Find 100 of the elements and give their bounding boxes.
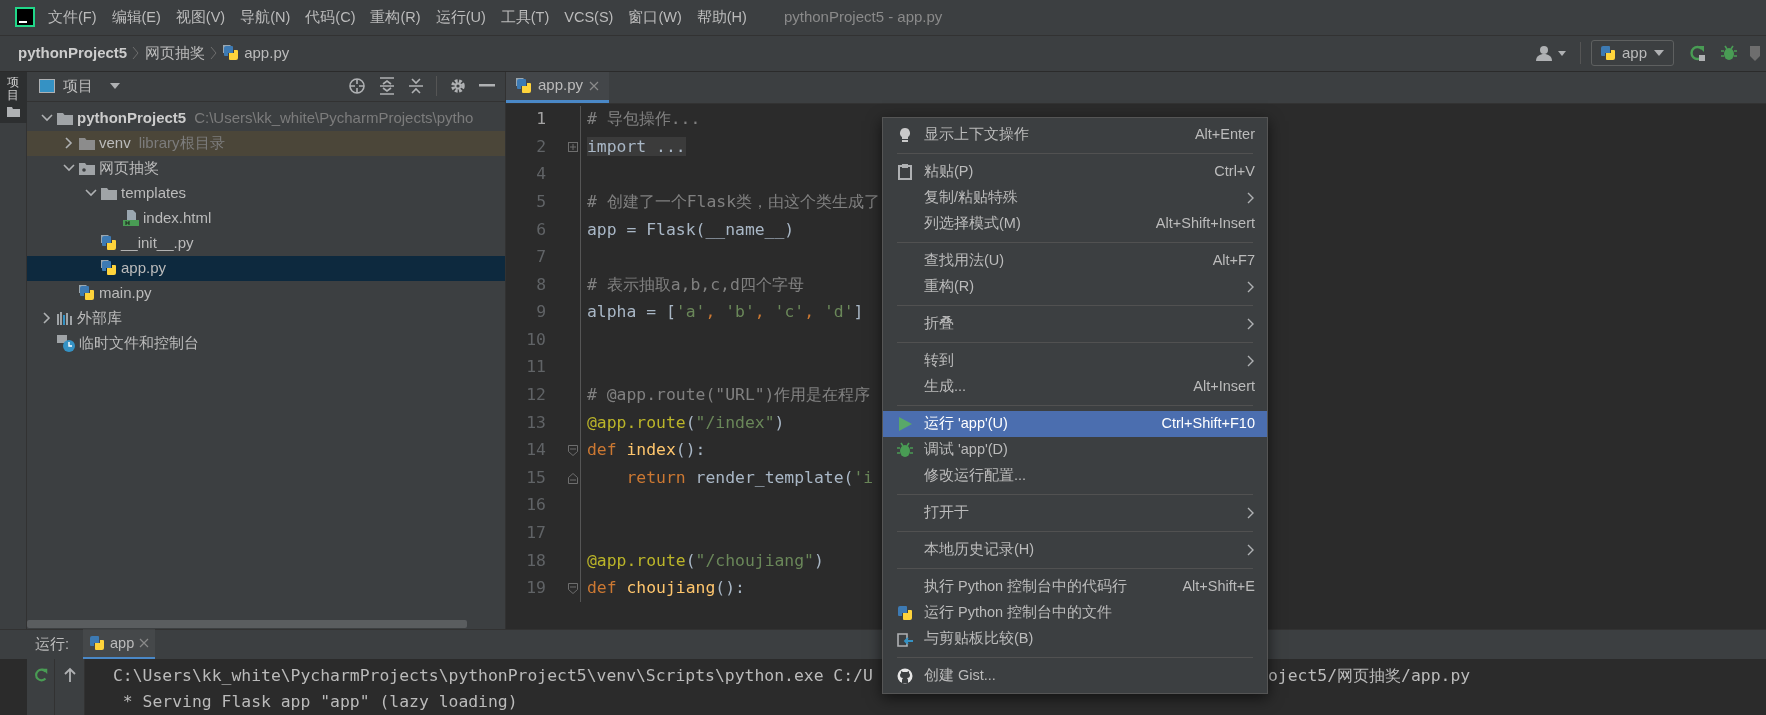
library-icon bbox=[57, 310, 73, 326]
tree-row[interactable]: index.html bbox=[27, 205, 505, 231]
breadcrumb-item[interactable]: pythonProject5 bbox=[18, 42, 128, 65]
run-config-dropdown[interactable]: app bbox=[1590, 40, 1674, 67]
tree-row[interactable]: __init__.py bbox=[27, 230, 505, 256]
folder-icon bbox=[57, 110, 73, 126]
menu-item[interactable]: 显示上下文操作 Alt+Enter bbox=[883, 122, 1267, 148]
python-file-icon bbox=[79, 285, 95, 302]
shortcut-label: Alt+F7 bbox=[1212, 251, 1255, 271]
menu-item[interactable]: 执行 Python 控制台中的代码行 Alt+Shift+E bbox=[883, 574, 1267, 600]
scrollbar[interactable] bbox=[27, 620, 467, 628]
menu-item[interactable]: 视图(V) bbox=[174, 6, 227, 29]
project-side-tab[interactable]: 项目 bbox=[0, 71, 27, 124]
fold-plus-icon[interactable] bbox=[568, 142, 578, 153]
up-arrow-icon[interactable] bbox=[62, 667, 77, 683]
close-icon bbox=[139, 638, 150, 649]
menu-item[interactable]: 运行(U) bbox=[434, 6, 487, 29]
menu-item[interactable]: 代码(C) bbox=[304, 6, 357, 29]
menu-item[interactable]: VCS(S) bbox=[563, 6, 615, 29]
html-file-icon bbox=[123, 210, 139, 227]
menu-item[interactable]: 生成... Alt+Insert bbox=[883, 374, 1267, 400]
menu-item[interactable]: 本地历史记录(H) bbox=[883, 537, 1267, 563]
line-number: 14 bbox=[525, 439, 546, 462]
panel-title: 项目 bbox=[63, 75, 93, 96]
code-line: return render_template('i bbox=[625, 466, 874, 489]
fold-open-icon[interactable] bbox=[568, 583, 578, 595]
line-number: 8 bbox=[535, 273, 546, 296]
fold-close-icon[interactable] bbox=[568, 472, 578, 484]
code-line: # 导包操作... bbox=[587, 108, 701, 131]
folder-icon bbox=[79, 135, 95, 151]
line-number: 16 bbox=[525, 494, 546, 517]
tree-item-label: __init__.py bbox=[121, 232, 194, 253]
collapse-all-icon[interactable] bbox=[408, 77, 424, 96]
tree-row[interactable]: app.py bbox=[27, 255, 505, 281]
line-number: 13 bbox=[525, 411, 546, 434]
tree-item-label: venv bbox=[99, 132, 131, 153]
breadcrumb-item[interactable]: app.py bbox=[244, 42, 290, 65]
tree-row[interactable]: 网页抽奖 bbox=[27, 155, 505, 181]
menu-item[interactable]: 运行 'app'(U) Ctrl+Shift+F10 bbox=[883, 411, 1267, 437]
fold-open-icon[interactable] bbox=[568, 445, 578, 457]
menu-item[interactable]: 与剪贴板比较(B) bbox=[883, 626, 1267, 652]
menu-item[interactable]: 调试 'app'(D) bbox=[883, 437, 1267, 463]
console-text: oject5/网页抽奖/app.py bbox=[1268, 665, 1471, 687]
menu-item[interactable]: 窗口(W) bbox=[627, 6, 683, 29]
menu-item[interactable]: 打开于 bbox=[883, 500, 1267, 526]
caret-icon[interactable] bbox=[109, 82, 121, 91]
menu-item[interactable]: 列选择模式(M) Alt+Shift+Insert bbox=[883, 211, 1267, 237]
tree-item-label: main.py bbox=[99, 282, 152, 303]
settings-icon[interactable] bbox=[449, 77, 467, 96]
expand-all-icon[interactable] bbox=[379, 77, 395, 96]
package-folder-icon bbox=[79, 160, 95, 176]
menu-item[interactable]: 工具(T) bbox=[499, 6, 551, 29]
line-number: 17 bbox=[525, 522, 546, 545]
shortcut-label: Alt+Insert bbox=[1193, 377, 1255, 397]
menu-item[interactable]: 转到 bbox=[883, 348, 1267, 374]
menu-item[interactable]: 修改运行配置... bbox=[883, 463, 1267, 489]
menu-item[interactable]: 创建 Gist... bbox=[883, 663, 1267, 689]
bug-icon[interactable] bbox=[1720, 44, 1738, 63]
shortcut-label: Ctrl+V bbox=[1214, 162, 1255, 182]
menu-item[interactable]: 粘贴(P) Ctrl+V bbox=[883, 159, 1267, 185]
code-line: def choujiang(): bbox=[587, 577, 745, 600]
menu-item[interactable]: 运行 Python 控制台中的文件 bbox=[883, 600, 1267, 626]
menu-item[interactable]: 文件(F) bbox=[47, 6, 98, 29]
rerun-icon[interactable] bbox=[32, 667, 49, 683]
menu-item[interactable]: 折叠 bbox=[883, 311, 1267, 337]
tree-item-hint: library根目录 bbox=[138, 132, 225, 153]
menu-item[interactable]: 复制/粘贴特殊 bbox=[883, 185, 1267, 211]
tree-item-label: 网页抽奖 bbox=[99, 157, 159, 178]
menu-item[interactable]: 编辑(E) bbox=[110, 6, 162, 29]
menu-item[interactable]: 查找用法(U) Alt+F7 bbox=[883, 248, 1267, 274]
menu-item[interactable]: 导航(N) bbox=[239, 6, 292, 29]
tree-row[interactable]: venv library根目录 bbox=[27, 130, 505, 156]
line-number: 10 bbox=[525, 328, 546, 351]
shortcut-label: Ctrl+Shift+F10 bbox=[1161, 414, 1255, 434]
panel-title: 运行: bbox=[35, 634, 70, 654]
line-number: 5 bbox=[535, 190, 546, 213]
editor-tab[interactable]: app.py bbox=[506, 71, 610, 103]
minimize-icon[interactable] bbox=[479, 84, 495, 89]
shortcut-label: Alt+Shift+Insert bbox=[1155, 214, 1255, 234]
tree-row[interactable]: 外部库 bbox=[27, 305, 505, 331]
rerun-icon[interactable] bbox=[1688, 44, 1706, 63]
tree-row[interactable]: main.py bbox=[27, 280, 505, 306]
locate-icon[interactable] bbox=[348, 77, 366, 96]
menu-item[interactable]: 重构(R) bbox=[883, 274, 1267, 300]
tree-row[interactable]: templates bbox=[27, 180, 505, 206]
tree-item-label: index.html bbox=[143, 207, 212, 228]
tree-row[interactable]: pythonProject5 C:\Users\kk_white\PycharmProjects\pytho bbox=[27, 105, 505, 131]
line-number: 19 bbox=[525, 577, 546, 600]
run-tab[interactable]: app bbox=[83, 629, 156, 660]
menu-item[interactable]: 重构(R) bbox=[369, 6, 422, 29]
tree-row[interactable]: 临时文件和控制台 bbox=[27, 330, 505, 356]
shortcut-label: Alt+Enter bbox=[1194, 125, 1255, 145]
code-line: @app.route("/index") bbox=[587, 411, 785, 434]
code-line: # @app.route("URL")作用是在程序 bbox=[587, 384, 871, 407]
python-file-icon bbox=[223, 45, 240, 62]
menu-item[interactable]: 帮助(H) bbox=[695, 6, 748, 29]
line-number: 11 bbox=[525, 356, 546, 379]
line-number: 15 bbox=[525, 466, 546, 489]
python-icon bbox=[1599, 45, 1616, 62]
breadcrumb-item[interactable]: 网页抽奖 bbox=[145, 42, 206, 65]
